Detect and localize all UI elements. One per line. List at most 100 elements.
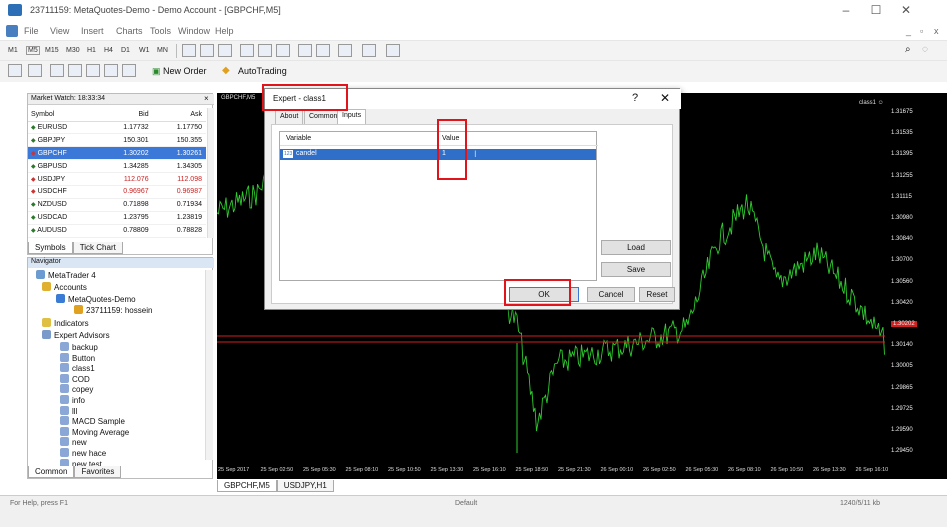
col-symbol[interactable]: Symbol	[28, 108, 100, 122]
zoom-in-icon[interactable]	[240, 44, 254, 57]
menu-file[interactable]: File	[24, 26, 39, 36]
navigator-icon[interactable]	[86, 64, 100, 77]
close-icon[interactable]: ×	[204, 94, 209, 103]
chart-tab-gbpchf[interactable]: GBPCHF,M5	[217, 480, 277, 492]
candlestick-icon[interactable]	[200, 44, 214, 57]
scrollbar[interactable]	[205, 270, 213, 460]
chat-icon[interactable]: ◌	[922, 44, 928, 55]
tree-expert-advisors[interactable]: Expert Advisors	[42, 330, 110, 340]
tab-favorites[interactable]: Favorites	[74, 466, 122, 478]
tf-h1[interactable]: H1	[87, 47, 96, 54]
tf-h4[interactable]: H4	[104, 47, 113, 54]
terminal-icon[interactable]	[104, 64, 118, 77]
expert-item[interactable]: class1	[60, 363, 95, 373]
autoscroll-icon[interactable]	[298, 44, 312, 57]
templates-icon[interactable]	[386, 44, 400, 57]
tf-m30[interactable]: M30	[66, 47, 80, 54]
expert-item[interactable]: COD	[60, 373, 90, 384]
ask-cell: 0.78828	[152, 224, 206, 238]
expert-item[interactable]: Button	[60, 352, 95, 363]
minimize-button[interactable]: –	[838, 3, 854, 17]
expert-item[interactable]: backup	[60, 342, 98, 352]
expert-item[interactable]: copey	[60, 384, 93, 394]
zoom-out-icon[interactable]	[258, 44, 272, 57]
expert-item[interactable]: Moving Average	[60, 426, 129, 437]
table-row[interactable]: ◆ EURUSD 1.17732 1.17750	[28, 121, 206, 135]
tf-m15[interactable]: M15	[45, 47, 59, 54]
sub-close[interactable]: x	[934, 26, 939, 36]
market-watch-icon[interactable]	[50, 64, 64, 77]
new-order-button[interactable]: ▣ New Order	[152, 66, 207, 77]
tree-account[interactable]: 23711159: hossein	[74, 305, 152, 315]
help-button[interactable]: ?	[632, 92, 638, 104]
tf-m5[interactable]: M5	[26, 46, 40, 55]
col-variable[interactable]: Variable	[286, 135, 311, 142]
reset-button[interactable]: Reset	[639, 287, 675, 302]
table-row[interactable]: ◆ GBPCHF 1.30202 1.30261	[28, 146, 206, 161]
metaeditor-icon[interactable]: ◆	[222, 65, 230, 76]
tree-indicators[interactable]: Indicators	[42, 318, 89, 328]
expert-item[interactable]: MACD Sample	[60, 416, 125, 426]
scrollbar[interactable]	[207, 108, 214, 238]
expert-item[interactable]: new hace	[60, 448, 106, 458]
sub-minimize[interactable]: _	[906, 26, 911, 36]
table-row[interactable]: ◆ USDCHF 0.96967 0.96987	[28, 185, 206, 199]
tf-mn[interactable]: MN	[157, 47, 168, 54]
sub-restore[interactable]: ▫	[920, 26, 923, 36]
tab-about[interactable]: About	[275, 110, 304, 124]
price-tick-label: 1.30700	[891, 257, 913, 264]
indicators-icon[interactable]	[338, 44, 352, 57]
periods-icon[interactable]	[362, 44, 376, 57]
profiles-icon[interactable]	[28, 64, 42, 77]
load-button[interactable]: Load	[601, 240, 671, 255]
expert-item[interactable]: lll	[60, 405, 77, 416]
table-row[interactable]: ◆ AUDUSD 0.78809 0.78828	[28, 224, 206, 238]
tab-tick-chart[interactable]: Tick Chart	[72, 242, 123, 254]
menu-view[interactable]: View	[50, 26, 69, 36]
save-button[interactable]: Save	[601, 262, 671, 277]
expert-icon	[60, 363, 69, 373]
chart-shift-icon[interactable]	[316, 44, 330, 57]
data-window-icon[interactable]	[68, 64, 82, 77]
tf-w1[interactable]: W1	[139, 47, 150, 54]
new-chart-icon[interactable]	[8, 64, 22, 77]
expert-item[interactable]: new	[60, 437, 87, 447]
search-icon[interactable]: ⌕	[905, 44, 911, 55]
tab-common[interactable]: Common	[28, 466, 75, 478]
table-row[interactable]: ◆ USDJPY 112.076 112.098	[28, 172, 206, 186]
tab-inputs[interactable]: Inputs	[337, 109, 367, 125]
table-row[interactable]: ◆ USDCAD 1.23795 1.23819	[28, 211, 206, 225]
expert-item[interactable]: info	[60, 395, 85, 405]
tab-symbols[interactable]: Symbols	[28, 242, 73, 254]
tree-server[interactable]: MetaQuotes-Demo	[56, 294, 136, 304]
table-row[interactable]: ◆ GBPUSD 1.34285 1.34305	[28, 159, 206, 174]
tester-icon[interactable]	[122, 64, 136, 77]
col-ask[interactable]: Ask	[152, 108, 206, 122]
tf-d1[interactable]: D1	[121, 47, 130, 54]
menu-window[interactable]: Window	[178, 26, 210, 36]
expert-icon	[60, 384, 69, 394]
table-row[interactable]: ◆ GBPJPY 150.301 150.355	[28, 133, 206, 148]
tile-windows-icon[interactable]	[276, 44, 290, 57]
symbol-name: NZDUSD	[37, 201, 67, 209]
line-chart-icon[interactable]	[218, 44, 232, 57]
chart-tab-usdjpy[interactable]: USDJPY,H1	[276, 480, 334, 492]
time-tick-label: 25 Sep 13:30	[430, 467, 464, 473]
tree-accounts[interactable]: Accounts	[42, 282, 87, 292]
col-bid[interactable]: Bid	[99, 108, 153, 122]
table-row[interactable]: ◆ NZDUSD 0.71898 0.71934	[28, 198, 206, 212]
menu-insert[interactable]: Insert	[81, 26, 104, 36]
close-window-button[interactable]: ✕	[898, 3, 914, 17]
menu-tools[interactable]: Tools	[150, 26, 171, 36]
tf-m1[interactable]: M1	[8, 47, 18, 54]
tree-root[interactable]: MetaTrader 4	[36, 270, 96, 280]
autotrading-button[interactable]: AutoTrading	[238, 66, 287, 76]
menu-help[interactable]: Help	[215, 26, 234, 36]
maximize-button[interactable]: ☐	[868, 3, 884, 17]
dialog-close-button[interactable]: ✕	[660, 91, 670, 105]
cancel-button[interactable]: Cancel	[587, 287, 635, 302]
up-arrow-icon: ◆	[31, 163, 36, 170]
menu-charts[interactable]: Charts	[116, 26, 143, 36]
bar-chart-icon[interactable]	[182, 44, 196, 57]
price-tick-label: 1.31535	[891, 130, 913, 137]
